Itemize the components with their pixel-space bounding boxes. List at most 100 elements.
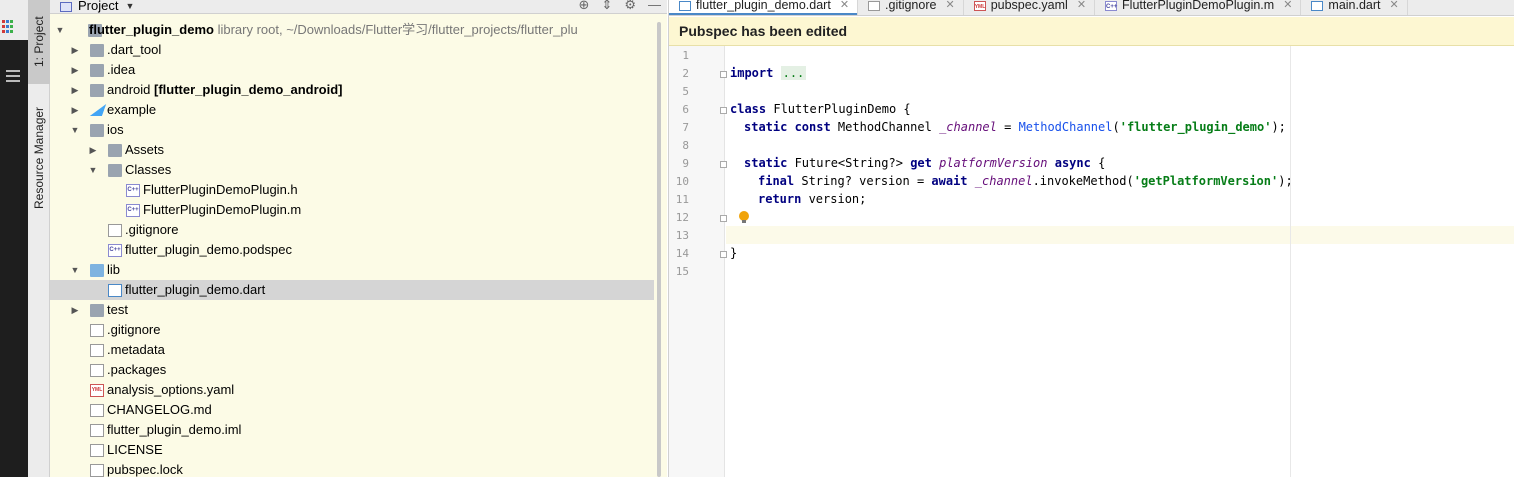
folder-icon xyxy=(90,124,104,137)
chevron-down-icon[interactable]: ▼ xyxy=(88,160,98,180)
chevron-down-icon[interactable]: ▼ xyxy=(125,1,134,11)
tab-flutter-plugin-demo-dart[interactable]: flutter_plugin_demo.dart ✕ xyxy=(669,0,859,15)
chevron-down-icon[interactable]: ▼ xyxy=(70,260,80,280)
folder-icon xyxy=(90,304,104,317)
chevron-right-icon[interactable]: ▶ xyxy=(70,80,80,100)
tree-row-analysis-options[interactable]: YML analysis_options.yaml xyxy=(50,380,654,400)
dart-file-icon xyxy=(108,284,122,297)
chevron-right-icon[interactable]: ▶ xyxy=(70,60,80,80)
chevron-right-icon[interactable]: ▶ xyxy=(88,140,98,160)
chevron-down-icon[interactable]: ▼ xyxy=(55,20,65,40)
tree-row-root[interactable]: ▼ flutter_plugin_demo library root, ~/Do… xyxy=(50,20,654,40)
tree-label: Classes xyxy=(125,162,172,177)
collapse-all-icon[interactable]: ⇕ xyxy=(601,0,612,13)
chevron-right-icon[interactable]: ▶ xyxy=(70,40,80,60)
yaml-file-icon: YML xyxy=(973,1,986,11)
close-icon[interactable]: ✕ xyxy=(1283,0,1292,11)
app-grid-icon[interactable] xyxy=(2,20,16,34)
tree-row-ios[interactable]: ▼ ios xyxy=(50,120,654,140)
line-number: 5 xyxy=(682,85,689,98)
tree-label: CHANGELOG.md xyxy=(107,402,212,417)
tree-label: pubspec.lock xyxy=(107,462,183,477)
tree-row-plugin-m[interactable]: C++ FlutterPluginDemoPlugin.m xyxy=(50,200,654,220)
editor-tabs: flutter_plugin_demo.dart ✕ .gitignore ✕ … xyxy=(669,0,1514,16)
code-token: String? version = xyxy=(794,174,932,188)
folded-imports[interactable]: ... xyxy=(780,66,807,80)
tree-row-plugin-h[interactable]: C++ FlutterPluginDemoPlugin.h xyxy=(50,180,654,200)
tree-label: .gitignore xyxy=(107,322,161,337)
code-token: version; xyxy=(801,192,867,206)
code-token: class xyxy=(730,102,767,116)
tree-row-ios-gitignore[interactable]: .gitignore xyxy=(50,220,654,240)
code-token: static const xyxy=(744,120,831,134)
tab-pubspec-yaml[interactable]: YML pubspec.yaml ✕ xyxy=(964,0,1096,15)
line-number: 1 xyxy=(682,49,689,62)
tree-row-dart-tool[interactable]: ▶ .dart_tool xyxy=(50,40,654,60)
tree-label: flutter_plugin_demo.dart xyxy=(125,282,266,297)
locate-icon[interactable]: ⊕ xyxy=(579,0,590,13)
tree-row-pubspec-lock[interactable]: pubspec.lock xyxy=(50,460,654,477)
tree-row-plugin-dart[interactable]: flutter_plugin_demo.dart xyxy=(50,280,654,300)
gear-icon[interactable]: ⚙ xyxy=(624,0,636,13)
tree-label: android xyxy=(107,82,151,97)
tab-gitignore[interactable]: .gitignore ✕ xyxy=(858,0,964,15)
tree-row-example[interactable]: ▶ example xyxy=(50,100,654,120)
tree-row-assets[interactable]: ▶ Assets xyxy=(50,140,654,160)
close-icon[interactable]: ✕ xyxy=(945,0,954,11)
tree-row-license[interactable]: LICENSE xyxy=(50,440,654,460)
file-icon xyxy=(90,364,104,377)
minimize-icon[interactable]: — xyxy=(648,0,661,13)
folder-icon xyxy=(90,44,104,57)
os-side-strip xyxy=(0,0,28,477)
code-token: ( xyxy=(1112,120,1120,134)
tool-tab-resource-manager[interactable]: Resource Manager xyxy=(28,92,50,224)
tree-row-iml[interactable]: flutter_plugin_demo.iml xyxy=(50,420,654,440)
tree-row-gitignore[interactable]: .gitignore xyxy=(50,320,654,340)
code-token: MethodChannel xyxy=(830,120,940,134)
panel-toolbar: ⊕ ⇕ ⚙ — xyxy=(579,0,661,13)
code-area[interactable]: import ... class FlutterPluginDemo { sta… xyxy=(726,46,1514,477)
tree-label: .dart_tool xyxy=(107,42,162,57)
tree-row-packages[interactable]: .packages xyxy=(50,360,654,380)
line-number-gutter[interactable]: 1 2 5 6 7 8 9 10 11 12 13 14 15 xyxy=(669,46,727,477)
pubspec-edited-banner: Pubspec has been edited xyxy=(669,17,1514,46)
tree-row-metadata[interactable]: .metadata xyxy=(50,340,654,360)
code-token: .invokeMethod( xyxy=(1032,174,1134,188)
chevron-right-icon[interactable]: ▶ xyxy=(70,100,80,120)
tree-row-classes[interactable]: ▼ Classes xyxy=(50,160,654,180)
file-icon xyxy=(90,464,104,477)
tree-row-podspec[interactable]: C++ flutter_plugin_demo.podspec xyxy=(50,240,654,260)
tab-plugin-m[interactable]: C++ FlutterPluginDemoPlugin.m ✕ xyxy=(1095,0,1302,15)
tab-label: FlutterPluginDemoPlugin.m xyxy=(1122,0,1275,12)
tree-row-changelog[interactable]: CHANGELOG.md xyxy=(50,400,654,420)
line-number: 15 xyxy=(675,265,689,278)
tree-row-lib[interactable]: ▼ lib xyxy=(50,260,654,280)
close-icon[interactable]: ✕ xyxy=(1077,0,1086,11)
code-line: static const MethodChannel _channel = Me… xyxy=(744,118,1286,136)
tool-tab-project[interactable]: 1: Project xyxy=(28,0,50,84)
chevron-down-icon[interactable]: ▼ xyxy=(70,120,80,140)
tree-row-test[interactable]: ▶ test xyxy=(50,300,654,320)
tree-label-suffix: library root, ~/Downloads/Flutter学习/flut… xyxy=(217,22,578,37)
tree-label: Assets xyxy=(125,142,165,157)
tree-row-idea[interactable]: ▶ .idea xyxy=(50,60,654,80)
close-icon[interactable]: ✕ xyxy=(840,0,849,11)
line-number: 10 xyxy=(675,175,689,188)
project-panel: Project ▼ ⊕ ⇕ ⚙ — ▼ flutter_plugin_demo … xyxy=(50,0,667,477)
file-icon xyxy=(868,1,881,11)
c-file-icon: C++ xyxy=(1105,1,1117,11)
tree-label: .packages xyxy=(107,362,167,377)
tab-label: main.dart xyxy=(1328,0,1381,12)
project-panel-title[interactable]: Project xyxy=(78,0,118,12)
chevron-right-icon[interactable]: ▶ xyxy=(70,300,80,320)
menu-icon[interactable] xyxy=(6,70,20,85)
tree-label: example xyxy=(107,102,157,117)
tree-row-android[interactable]: ▶ android [flutter_plugin_demo_android] xyxy=(50,80,654,100)
tree-scrollbar-thumb[interactable] xyxy=(657,22,661,477)
lightbulb-icon[interactable] xyxy=(739,211,749,223)
project-panel-header: Project ▼ ⊕ ⇕ ⚙ — xyxy=(50,0,667,14)
close-icon[interactable]: ✕ xyxy=(1390,0,1399,11)
tab-main-dart[interactable]: main.dart ✕ xyxy=(1301,0,1408,15)
file-icon xyxy=(90,324,104,337)
